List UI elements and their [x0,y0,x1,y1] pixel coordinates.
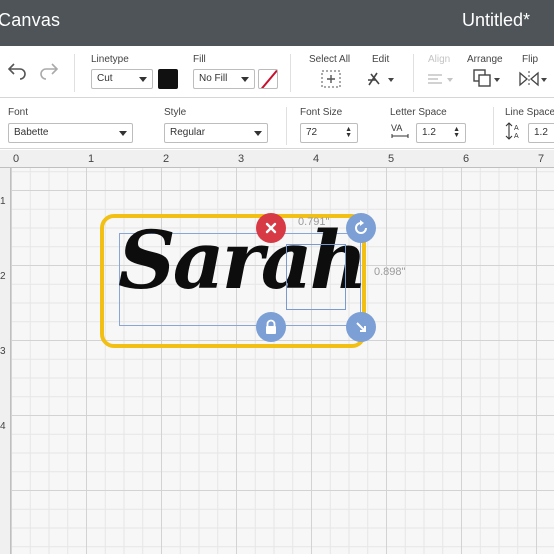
fill-value: No Fill [199,73,228,84]
undo-button[interactable] [6,60,28,80]
fill-label: Fill [193,54,206,65]
chevron-down-icon [254,131,262,136]
font-size-input[interactable]: 72 ▲ ▼ [300,123,358,143]
select-all-button[interactable] [321,70,341,88]
design-canvas[interactable] [0,150,554,554]
edit-icon [368,72,394,86]
flip-button[interactable] [518,70,548,88]
ruler-number: 1 [88,153,95,165]
font-size-value: 72 [306,127,318,138]
resize-icon [356,322,366,332]
letter-space-icon: VA [390,121,410,141]
text-toolbar: Font Babette Style Regular Font Size 72 … [0,99,554,149]
ruler-number: 4 [0,421,6,432]
linetype-color-swatch[interactable] [158,69,178,89]
align-label: Align [428,54,451,65]
width-dimension-label: 0.791" [298,216,330,228]
separator [286,107,287,145]
ruler-number: 0 [13,153,20,165]
ruler-left: 1 2 3 4 [0,168,11,554]
arrange-button[interactable] [472,68,502,90]
lock-handle[interactable] [256,312,286,342]
delete-handle[interactable] [256,213,286,243]
chevron-down-icon [119,131,127,136]
chevron-down-icon [139,77,147,82]
font-select[interactable]: Babette [8,123,133,143]
highlight-annotation [100,214,366,348]
linetype-label: Linetype [91,54,129,65]
app-title: Canvas [0,10,61,30]
font-label: Font [8,107,29,118]
svg-text:VA: VA [391,123,402,133]
ruler-number: 5 [388,153,395,165]
letter-space-label: Letter Space [390,107,447,118]
close-icon [265,222,277,234]
height-dimension-label: 0.898" [374,266,406,278]
ruler-number: 3 [0,346,6,357]
separator [493,107,494,145]
ruler-number: 7 [538,153,545,165]
letter-space-value: 1.2 [422,127,436,138]
rotate-icon [355,220,367,234]
lock-icon [266,319,276,334]
arrange-label: Arrange [467,54,503,65]
line-space-label: Line Space [505,107,554,118]
line-space-input[interactable]: 1.2 [528,123,554,143]
select-all-label: Select All [309,54,351,65]
edit-label: Edit [372,54,390,65]
line-space-value: 1.2 [534,127,548,138]
line-space-icon: AA [505,121,525,141]
rotate-handle[interactable] [346,213,376,243]
ruler-number: 3 [238,153,245,165]
fill-select[interactable]: No Fill [193,69,255,89]
resize-handle[interactable] [346,312,376,342]
svg-text:A: A [514,125,519,132]
ruler-number: 2 [163,153,170,165]
ruler-number: 1 [0,196,6,207]
align-icon [428,74,453,84]
svg-text:A: A [514,133,519,140]
edit-button[interactable] [366,70,396,88]
style-label: Style [164,107,187,118]
fill-color-swatch[interactable] [258,69,278,89]
separator [413,54,414,92]
separator [290,54,291,92]
chevron-down-icon [241,77,249,82]
arrange-icon [473,69,500,87]
font-size-label: Font Size [300,107,343,118]
redo-icon [40,63,59,80]
select-all-icon [321,70,341,88]
font-value: Babette [14,127,49,138]
stepper-arrows-icon[interactable]: ▲ ▼ [345,126,352,139]
style-value: Regular [170,127,206,138]
style-select[interactable]: Regular [164,123,268,143]
flip-label: Flip [522,54,539,65]
ruler-top: 0 1 2 3 4 5 6 7 [0,150,554,168]
linetype-value: Cut [97,73,113,84]
ruler-number: 2 [0,271,6,282]
ruler-number: 6 [463,153,470,165]
letter-space-input[interactable]: 1.2 ▲ ▼ [416,123,466,143]
ruler-number: 4 [313,153,320,165]
stepper-arrows-icon[interactable]: ▲ ▼ [453,126,460,139]
document-title[interactable]: Untitled* [462,10,530,31]
align-button[interactable] [426,70,456,88]
title-bar: Canvas Untitled* [0,0,554,46]
separator [74,54,75,92]
linetype-select[interactable]: Cut [91,69,153,89]
flip-icon [519,71,547,87]
undo-icon [7,63,26,80]
redo-button[interactable] [38,60,60,80]
